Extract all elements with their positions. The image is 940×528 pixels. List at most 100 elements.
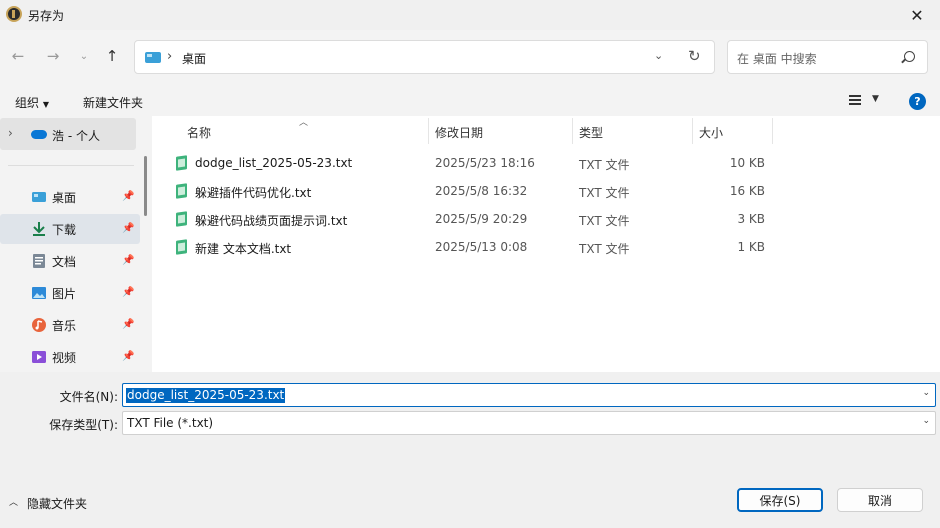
app-logo-icon: [6, 6, 22, 22]
sidebar-item-downloads[interactable]: 下载 📌: [0, 214, 140, 244]
file-type: TXT 文件: [579, 214, 630, 228]
navigation-bar: ← → ⌄ ↑ › 桌面 ⌄ ↻ 在 桌面 中搜索: [0, 30, 940, 86]
close-button[interactable]: ✕: [894, 0, 940, 30]
file-name: 躲避插件代码优化.txt: [195, 186, 312, 200]
sidebar-item-pictures[interactable]: 图片 📌: [0, 278, 140, 308]
desktop-icon: [145, 52, 161, 63]
picture-icon: [31, 285, 47, 301]
organize-menu[interactable]: 组织 ▼: [15, 94, 49, 111]
column-header-size[interactable]: 大小: [699, 124, 723, 141]
file-type: TXT 文件: [579, 158, 630, 172]
chevron-right-icon[interactable]: ›: [167, 49, 172, 64]
sidebar-item-documents[interactable]: 文档 📌: [0, 246, 140, 276]
document-icon: [31, 253, 47, 269]
cancel-button[interactable]: 取消: [837, 488, 923, 512]
filetype-label: 保存类型(T):: [49, 418, 118, 432]
text-file-icon: [176, 155, 187, 171]
video-icon: [31, 349, 47, 365]
text-file-icon: [176, 239, 187, 255]
pin-icon[interactable]: 📌: [122, 287, 134, 298]
view-options-chevron-icon[interactable]: ▼: [872, 94, 879, 104]
column-divider[interactable]: [772, 118, 773, 144]
close-icon: ✕: [910, 5, 924, 25]
view-list-icon[interactable]: [849, 95, 861, 105]
navigation-pane: › 浩 - 个人 桌面 📌 下载 📌 文档 📌 图片 📌 音乐 📌 视频 📌: [0, 116, 152, 372]
column-header-modified[interactable]: 修改日期: [435, 124, 483, 141]
file-size: 3 KB: [737, 212, 765, 226]
column-header-type[interactable]: 类型: [579, 124, 603, 141]
chevron-down-icon[interactable]: ⌄: [654, 49, 663, 62]
column-divider[interactable]: [692, 118, 693, 144]
sidebar-item-label: 文档: [52, 255, 77, 269]
forward-arrow-icon[interactable]: →: [43, 46, 63, 66]
back-arrow-icon[interactable]: ←: [8, 46, 28, 66]
cloud-icon: [31, 130, 47, 139]
window-title: 另存为: [28, 9, 65, 23]
address-bar[interactable]: › 桌面 ⌄ ↻: [134, 40, 715, 74]
file-modified: 2025/5/23 18:16: [435, 156, 535, 170]
hide-folders-toggle[interactable]: 隐藏文件夹: [27, 495, 87, 512]
sort-ascending-icon: ︿: [299, 118, 309, 128]
sidebar-item-label: 音乐: [52, 319, 77, 333]
file-name: 躲避代码战绩页面提示词.txt: [195, 214, 348, 228]
file-size: 1 KB: [737, 240, 765, 254]
help-icon[interactable]: ?: [909, 93, 926, 110]
filetype-select[interactable]: TXT File (*.txt) ⌄: [122, 411, 936, 435]
sidebar-item-cloud[interactable]: › 浩 - 个人: [0, 118, 136, 150]
file-modified: 2025/5/9 20:29: [435, 212, 528, 226]
search-input[interactable]: 在 桌面 中搜索: [727, 40, 928, 74]
chevron-down-icon[interactable]: ⌄: [922, 416, 930, 426]
filename-value[interactable]: dodge_list_2025-05-23.txt: [126, 388, 286, 403]
sidebar-item-label: 视频: [52, 351, 77, 365]
file-row[interactable]: 新建 文本文档.txt 2025/5/13 0:08 TXT 文件 1 KB: [152, 233, 940, 261]
chevron-down-icon[interactable]: ⌄: [922, 388, 930, 398]
file-size: 16 KB: [729, 184, 765, 198]
sidebar-item-desktop[interactable]: 桌面 📌: [0, 182, 140, 212]
sidebar-item-label: 下载: [52, 223, 77, 237]
file-type: TXT 文件: [579, 186, 630, 200]
file-list: ︿ 名称 修改日期 类型 大小 dodge_list_2025-05-23.tx…: [152, 116, 940, 372]
column-divider[interactable]: [428, 118, 429, 144]
chevron-up-icon[interactable]: ︿: [9, 495, 18, 508]
sidebar-item-label: 桌面: [52, 191, 77, 205]
filename-label: 文件名(N):: [59, 390, 118, 404]
chevron-right-icon[interactable]: ›: [8, 126, 13, 140]
column-header-name[interactable]: 名称: [187, 124, 211, 141]
filename-field[interactable]: dodge_list_2025-05-23.txt ⌄: [122, 383, 936, 407]
file-modified: 2025/5/8 16:32: [435, 184, 528, 198]
pin-icon[interactable]: 📌: [122, 191, 134, 202]
pin-icon[interactable]: 📌: [122, 255, 134, 266]
new-folder-button[interactable]: 新建文件夹: [83, 94, 143, 111]
breadcrumb-location[interactable]: 桌面: [182, 50, 206, 67]
sidebar-item-label: 图片: [52, 287, 77, 301]
file-name: 新建 文本文档.txt: [195, 242, 292, 256]
refresh-icon[interactable]: ↻: [688, 47, 701, 65]
filetype-value: TXT File (*.txt): [127, 416, 214, 430]
pin-icon[interactable]: 📌: [122, 223, 134, 234]
pin-icon[interactable]: 📌: [122, 319, 134, 330]
sidebar-item-videos[interactable]: 视频 📌: [0, 342, 140, 372]
column-divider[interactable]: [572, 118, 573, 144]
file-type: TXT 文件: [579, 242, 630, 256]
search-icon: [904, 51, 915, 62]
file-modified: 2025/5/13 0:08: [435, 240, 528, 254]
desktop-icon: [31, 189, 47, 205]
search-placeholder: 在 桌面 中搜索: [737, 52, 817, 66]
recent-locations-chevron-icon[interactable]: ⌄: [74, 46, 94, 66]
file-size: 10 KB: [729, 156, 765, 170]
download-icon: [31, 221, 47, 237]
command-bar: 组织 ▼ 新建文件夹 ▼ ?: [0, 86, 940, 116]
file-row[interactable]: 躲避插件代码优化.txt 2025/5/8 16:32 TXT 文件 16 KB: [152, 177, 940, 205]
sidebar-scrollbar[interactable]: [144, 156, 147, 216]
file-name: dodge_list_2025-05-23.txt: [195, 156, 353, 170]
divider: [8, 165, 134, 166]
pin-icon[interactable]: 📌: [122, 351, 134, 362]
file-row[interactable]: dodge_list_2025-05-23.txt 2025/5/23 18:1…: [152, 149, 940, 177]
text-file-icon: [176, 183, 187, 199]
up-arrow-icon[interactable]: ↑: [102, 46, 122, 66]
file-row[interactable]: 躲避代码战绩页面提示词.txt 2025/5/9 20:29 TXT 文件 3 …: [152, 205, 940, 233]
text-file-icon: [176, 211, 187, 227]
sidebar-item-music[interactable]: 音乐 📌: [0, 310, 140, 340]
save-button[interactable]: 保存(S): [737, 488, 823, 512]
save-form: 文件名(N): dodge_list_2025-05-23.txt ⌄ 保存类型…: [0, 372, 940, 528]
